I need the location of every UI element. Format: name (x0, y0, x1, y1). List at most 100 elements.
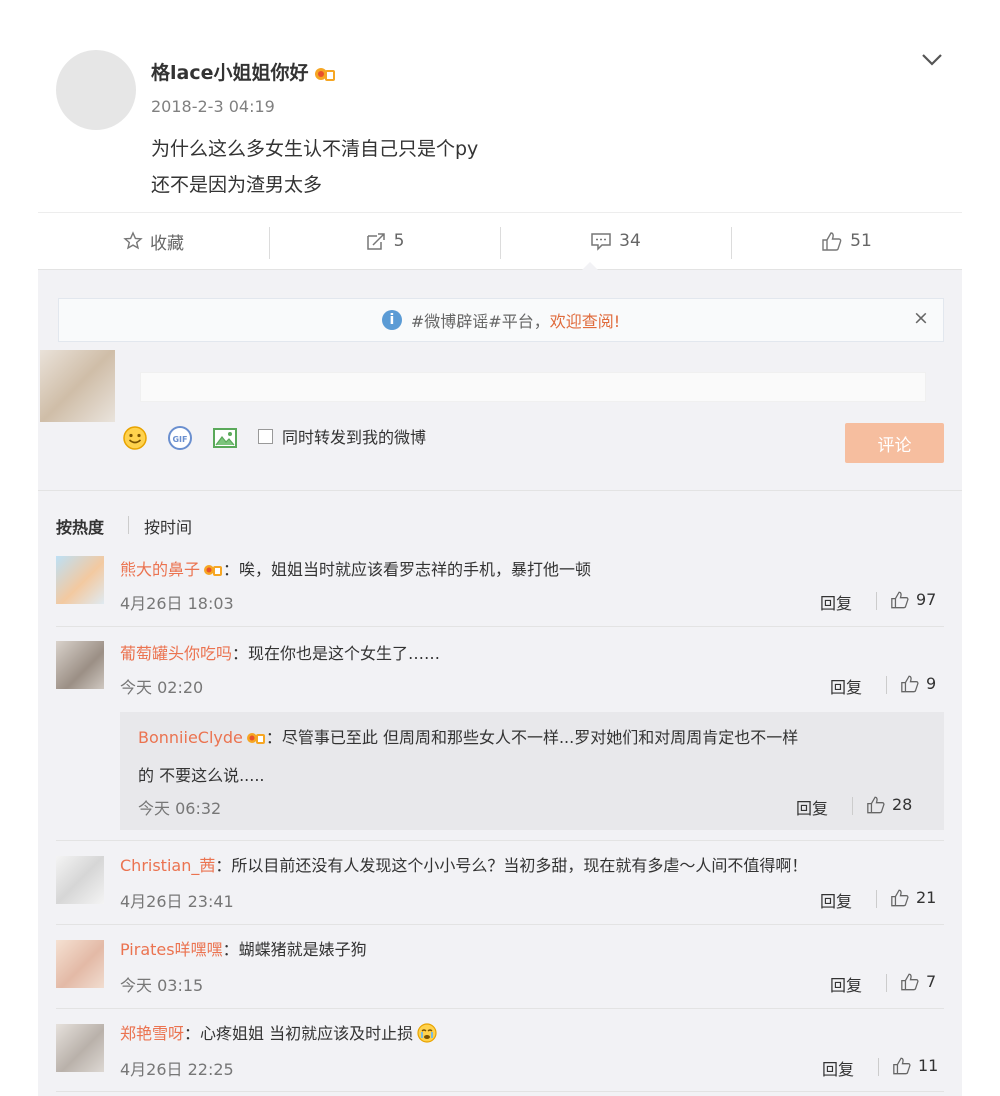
commenter-avatar[interactable] (56, 641, 104, 689)
reply-button[interactable]: 回复 (820, 888, 852, 912)
comment-like-button[interactable]: 97 (890, 590, 936, 609)
reply-separator (886, 974, 887, 992)
comment-like-count: 9 (926, 674, 937, 693)
commenter-name[interactable]: 葡萄罐头你吃吗 (120, 644, 232, 663)
comment-text: Pirates咩嘿嘿：蝴蝶猪就是婊子狗 (120, 936, 367, 960)
comment-text: Christian_茜：所以目前还没有人发现这个小小号么？当初多甜，现在就有多虐… (120, 852, 807, 876)
comment-body: ：蝴蝶猪就是婊子狗 (222, 940, 367, 959)
commenter-name[interactable]: 郑艳雪呀 (120, 1024, 184, 1043)
comment-divider (56, 840, 944, 841)
sort-by-time-tab[interactable]: 按时间 (144, 514, 192, 538)
like-count: 51 (850, 231, 872, 251)
rumor-notice-bar: i #微博辟谣#平台， 欢迎查阅! (58, 298, 944, 342)
comment-body: ：唉，姐姐当时就应该看罗志祥的手机，暴打他一顿 (223, 560, 592, 579)
comment-divider (56, 1008, 944, 1009)
thumbs-up-icon (901, 675, 919, 693)
thumbs-up-icon (822, 232, 842, 251)
post-author[interactable]: 格lace小姐姐你好 (151, 58, 336, 85)
post-text-line-1: 为什么这么多女生认不清自己只是个py (151, 138, 479, 160)
comment-text: 葡萄罐头你吃吗：现在你也是这个女生了…… (120, 640, 440, 664)
reply-separator (852, 797, 853, 815)
reply-separator (876, 890, 877, 908)
commenter-avatar[interactable] (56, 856, 104, 904)
repost-icon (366, 233, 385, 250)
gif-icon[interactable]: GIF (166, 424, 194, 452)
comment-time: 今天 03:15 (120, 976, 204, 995)
post-author-name[interactable]: 格lace小姐姐你好 (151, 62, 308, 84)
vip-badge-icon (246, 733, 265, 744)
comment-like-button[interactable]: 7 (900, 972, 936, 991)
repost-count: 5 (393, 231, 405, 251)
commenter-name[interactable]: 熊大的鼻子 (120, 560, 200, 579)
submit-comment-button[interactable]: 评论 (845, 423, 944, 463)
commenter-name[interactable]: Pirates咩嘿嘿 (120, 940, 223, 959)
comment-body: ：所以目前还没有人发现这个小小号么？当初多甜，现在就有多虐～人间不值得啊！ (215, 856, 808, 875)
comment-body: ：现在你也是这个女生了…… (232, 644, 441, 663)
vip-badge-icon (315, 68, 336, 81)
comment-like-button[interactable]: 21 (890, 888, 936, 907)
my-avatar (40, 350, 115, 422)
image-icon[interactable] (211, 424, 239, 452)
sub-reply-time: 今天 06:32 (138, 799, 222, 818)
comment-text: 郑艳雪呀：心疼姐姐 当初就应该及时止损 (120, 1020, 438, 1044)
post-author-avatar[interactable] (56, 50, 136, 130)
comment-divider (56, 924, 944, 925)
thumbs-up-icon (867, 796, 885, 814)
notice-text: #微博辟谣#平台， (410, 312, 550, 331)
post-action-bar: 收藏 5 34 51 (38, 212, 962, 270)
comment-like-count: 7 (926, 972, 937, 991)
reply-separator (876, 592, 877, 610)
commenter-avatar[interactable] (56, 940, 104, 988)
repost-checkbox[interactable] (258, 429, 273, 444)
notice-link[interactable]: 欢迎查阅! (550, 308, 620, 332)
sub-reply-body: ：尽管事已至此 但周周和那些女人不一样...罗对她们和对周周肯定也不一样 (265, 728, 799, 747)
comment-text: 熊大的鼻子 ：唉，姐姐当时就应该看罗志祥的手机，暴打他一顿 (120, 556, 591, 580)
comment-like-count: 28 (892, 795, 913, 814)
sub-reply-name[interactable]: BonniieClyde (138, 728, 243, 747)
comment-like-button[interactable]: 9 (900, 674, 936, 693)
comment-divider (56, 1091, 944, 1092)
comment-like-count: 11 (918, 1056, 939, 1075)
close-icon[interactable]: × (910, 307, 932, 331)
comment-body: ：心疼姐姐 当初就应该及时止损 (184, 1024, 414, 1043)
vip-badge-icon (204, 565, 223, 576)
thumbs-up-icon (901, 973, 919, 991)
commenter-avatar[interactable] (56, 1024, 104, 1072)
commenter-name[interactable]: Christian_茜 (120, 856, 215, 875)
commenter-avatar[interactable] (56, 556, 104, 604)
reply-button[interactable]: 回复 (822, 1056, 854, 1080)
sub-reply-body-line-2: 的 不要这么说..... (138, 766, 265, 785)
thumbs-up-icon (891, 591, 909, 609)
post-text-line-2: 还不是因为渣男太多 (151, 174, 323, 196)
thumbs-up-icon (893, 1057, 911, 1075)
crying-emoji-icon (417, 1023, 437, 1043)
favorite-label: 收藏 (150, 233, 184, 254)
comment-time: 4月26日 22:25 (120, 1060, 234, 1079)
emoji-icon[interactable] (121, 424, 149, 452)
comment-time: 今天 02:20 (120, 678, 204, 697)
info-icon: i (381, 310, 402, 330)
repost-checkbox-label: 同时转发到我的微博 (282, 428, 427, 447)
like-button[interactable]: 51 (731, 213, 962, 269)
favorite-button[interactable]: 收藏 (38, 213, 269, 269)
reply-separator (886, 676, 887, 694)
svg-text:GIF: GIF (172, 435, 187, 444)
comment-like-button[interactable]: 11 (892, 1056, 938, 1075)
reply-button[interactable]: 回复 (830, 674, 862, 698)
reply-button[interactable]: 回复 (796, 795, 828, 819)
comment-input[interactable] (140, 372, 926, 402)
weibo-post: 格lace小姐姐你好 2018-2-3 04:19 为什么这么多女生认不清自己只… (0, 0, 1000, 212)
reply-separator (878, 1058, 879, 1076)
comment-like-button[interactable]: 28 (866, 795, 912, 814)
comment-button[interactable]: 34 (500, 213, 731, 269)
sort-by-hot-tab[interactable]: 按热度 (56, 514, 104, 538)
reply-button[interactable]: 回复 (820, 590, 852, 614)
chevron-down-icon[interactable] (917, 46, 947, 72)
comment-like-count: 97 (916, 590, 937, 609)
reply-button[interactable]: 回复 (830, 972, 862, 996)
sort-divider (38, 490, 962, 491)
star-icon (123, 231, 143, 250)
thumbs-up-icon (891, 889, 909, 907)
repost-button[interactable]: 5 (269, 213, 500, 269)
post-time[interactable]: 2018-2-3 04:19 (151, 97, 275, 116)
